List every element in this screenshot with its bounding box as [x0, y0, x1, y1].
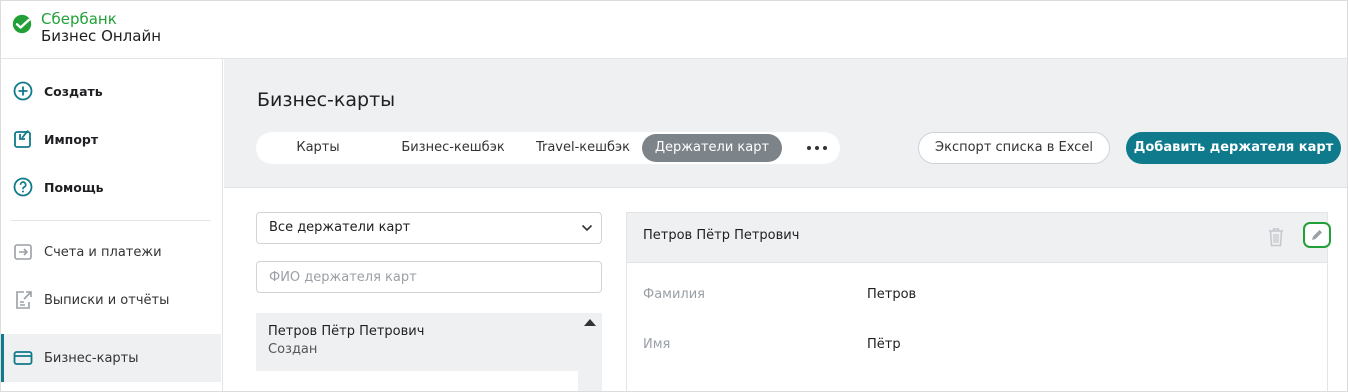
- sidebar-item-accounts[interactable]: Счета и платежи: [1, 228, 221, 276]
- sidebar-item-label: Импорт: [44, 131, 99, 147]
- holders-filter-select[interactable]: Все держатели карт: [256, 212, 602, 244]
- details-holder-name: Петров Пётр Петрович: [643, 228, 800, 243]
- sidebar-item-statements[interactable]: Выписки и отчёты: [1, 276, 221, 324]
- sidebar-item-business-cards[interactable]: Бизнес-карты: [1, 334, 221, 382]
- sidebar-item-help[interactable]: Помощь: [1, 163, 221, 211]
- field-value-first-name: Пётр: [867, 337, 901, 352]
- sidebar: Создать Импорт Помощь Счета и платежи Вы…: [1, 59, 223, 391]
- tab-business-cashback[interactable]: Бизнес-кешбэк: [386, 134, 520, 162]
- plus-circle-icon: [13, 81, 33, 101]
- select-value: Все держатели карт: [269, 220, 411, 235]
- content-panel: Все держатели карт Петров Пётр Петрович …: [224, 187, 1347, 391]
- more-tabs-button[interactable]: [802, 134, 832, 162]
- help-icon: [13, 177, 33, 197]
- brand-product: Бизнес Онлайн: [41, 27, 162, 45]
- sber-logo-icon: [12, 14, 32, 34]
- sidebar-item-label: Выписки и отчёты: [44, 292, 170, 308]
- arrow-box-icon: [13, 242, 33, 262]
- tab-card-holders[interactable]: Держатели карт: [642, 134, 782, 162]
- sidebar-item-label: Счета и платежи: [44, 244, 162, 260]
- tab-travel-cashback[interactable]: Travel-кешбэк: [522, 134, 644, 162]
- app-window: Сбербанк Бизнес Онлайн Создать Импорт По…: [0, 0, 1348, 392]
- main-area: Бизнес-карты Карты Бизнес-кешбэк Travel-…: [224, 59, 1347, 391]
- sidebar-divider: [11, 220, 211, 221]
- card-icon: [13, 348, 33, 368]
- sidebar-item-import[interactable]: Импорт: [1, 115, 221, 163]
- holder-status: Создан: [268, 342, 318, 357]
- tab-bar: Карты Бизнес-кешбэк Travel-кешбэк Держат…: [256, 132, 840, 164]
- list-item[interactable]: Петров Пётр Петрович Создан: [256, 313, 578, 371]
- sidebar-item-label: Создать: [44, 83, 103, 99]
- chevron-down-icon: [581, 224, 593, 232]
- brand-name: Сбербанк: [41, 10, 117, 28]
- field-label-surname: Фамилия: [643, 287, 705, 302]
- import-icon: [13, 129, 33, 149]
- holders-list: Петров Пётр Петрович Создан: [256, 313, 602, 391]
- dot-icon: [815, 146, 819, 150]
- dot-icon: [823, 146, 827, 150]
- list-scrollbar[interactable]: [578, 313, 602, 391]
- sidebar-item-label: Помощь: [44, 179, 104, 195]
- edit-button[interactable]: [1303, 222, 1331, 248]
- holder-details-panel: Петров Пётр Петрович Фамилия Петров Имя …: [626, 212, 1331, 391]
- page-title: Бизнес-карты: [257, 89, 396, 111]
- brand-text: Сбербанк Бизнес Онлайн: [41, 11, 161, 45]
- field-value-surname: Петров: [867, 287, 917, 302]
- document-export-icon: [13, 290, 33, 310]
- export-excel-button[interactable]: Экспорт списка в Excel: [918, 132, 1110, 164]
- tab-cards[interactable]: Карты: [262, 134, 374, 162]
- field-label-first-name: Имя: [643, 337, 671, 352]
- holder-search-input[interactable]: [256, 261, 602, 293]
- brand-logo[interactable]: Сбербанк Бизнес Онлайн: [11, 11, 161, 45]
- pencil-icon: [1312, 230, 1322, 240]
- dot-icon: [807, 146, 811, 150]
- scroll-up-arrow-icon[interactable]: [584, 319, 596, 326]
- sidebar-item-create[interactable]: Создать: [1, 67, 221, 115]
- add-card-holder-button[interactable]: Добавить держателя карт: [1126, 132, 1341, 164]
- app-header: Сбербанк Бизнес Онлайн: [1, 1, 1347, 59]
- holder-name: Петров Пётр Петрович: [268, 324, 425, 339]
- sidebar-item-label: Бизнес-карты: [44, 350, 139, 366]
- details-header: Петров Пётр Петрович: [627, 213, 1331, 263]
- trash-icon[interactable]: [1267, 226, 1285, 248]
